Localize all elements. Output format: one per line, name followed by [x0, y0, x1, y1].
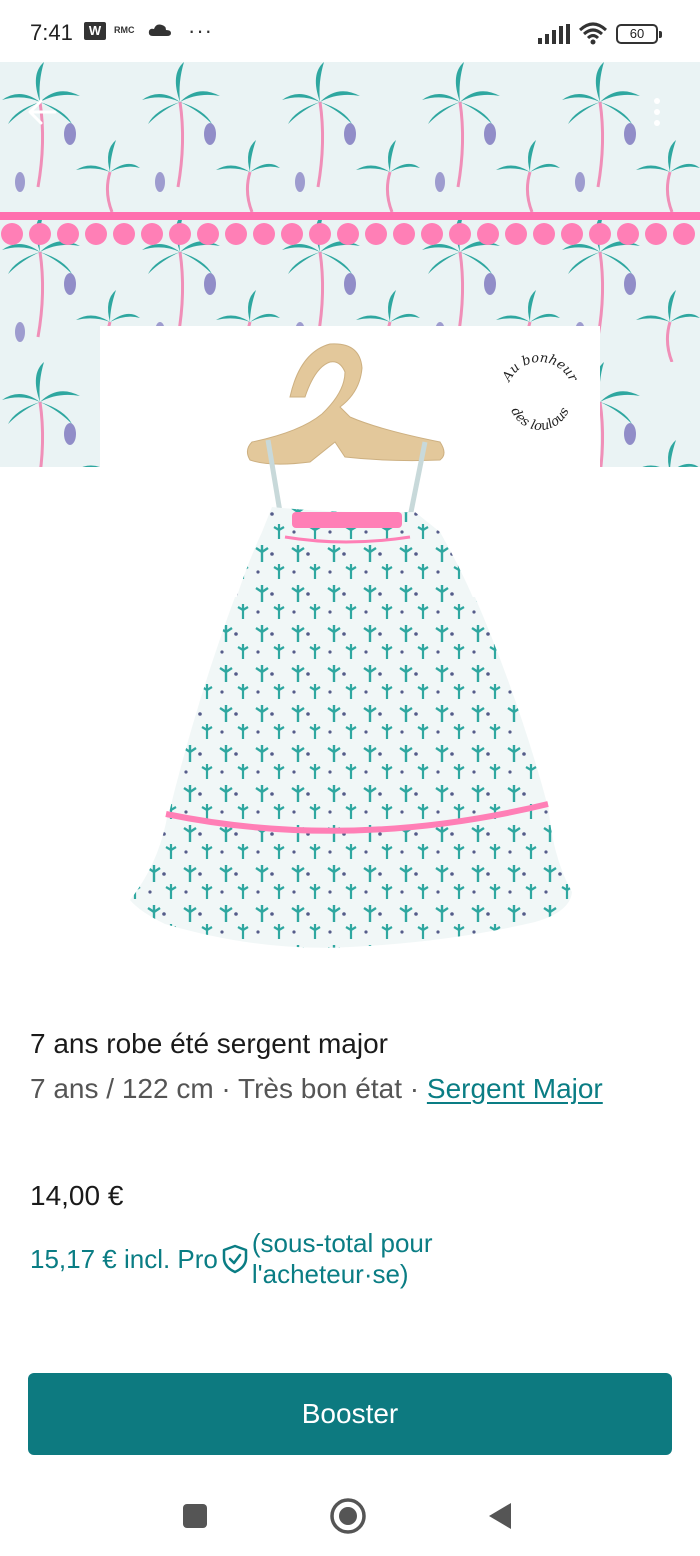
battery-icon: 60	[616, 24, 662, 44]
status-time: 7:41	[30, 20, 73, 45]
product-photo[interactable]: Au bonheur des loulous	[0, 62, 700, 982]
dress-illustration	[130, 343, 572, 948]
cloud-icon	[148, 23, 172, 42]
back-button[interactable]	[20, 90, 64, 134]
more-notifications-indicator: ···	[188, 18, 213, 43]
recents-button[interactable]	[173, 1494, 217, 1538]
item-price: 14,00 €	[30, 1180, 124, 1211]
booster-button[interactable]: Booster	[28, 1373, 672, 1455]
w-app-icon: W	[84, 22, 106, 40]
buyer-price: 15,17 € incl. Pro	[30, 1244, 218, 1274]
home-button[interactable]	[326, 1494, 370, 1538]
shop-watermark: Au bonheur des loulous	[499, 351, 580, 434]
product-title: 7 ans robe été sergent major	[30, 1028, 388, 1059]
wifi-icon	[578, 21, 608, 50]
buyer-price-note: (sous-total pour l'acheteur·se)	[251, 1228, 433, 1289]
back-triangle-icon	[489, 1503, 511, 1529]
recents-square-icon	[183, 1504, 207, 1528]
product-size: 7 ans / 122 cm	[30, 1073, 214, 1104]
rmc-app-icon: RMC	[114, 25, 135, 35]
product-attributes: 7 ans / 122 cm · Très bon état · Sergent…	[30, 1073, 603, 1104]
product-condition: Très bon état	[238, 1073, 402, 1104]
svg-text:des loulous: des loulous	[507, 405, 572, 434]
svg-text:Au bonheur: Au bonheur	[499, 351, 580, 385]
more-vertical-icon	[654, 98, 660, 126]
brand-link[interactable]: Sergent Major	[427, 1073, 603, 1104]
arrow-left-icon	[28, 99, 57, 125]
signal-icon	[538, 24, 570, 49]
status-bar: 7:41 W RMC ··· 60	[0, 0, 700, 64]
buyer-price-info[interactable]: 15,17 € incl. Pro (sous-total pour l'ach…	[30, 1228, 512, 1292]
nav-back-button[interactable]	[478, 1494, 522, 1538]
home-circle-icon	[330, 1498, 366, 1534]
system-nav-bar	[0, 1470, 700, 1556]
shield-check-icon[interactable]	[222, 1244, 248, 1279]
more-options-button[interactable]	[640, 88, 674, 136]
